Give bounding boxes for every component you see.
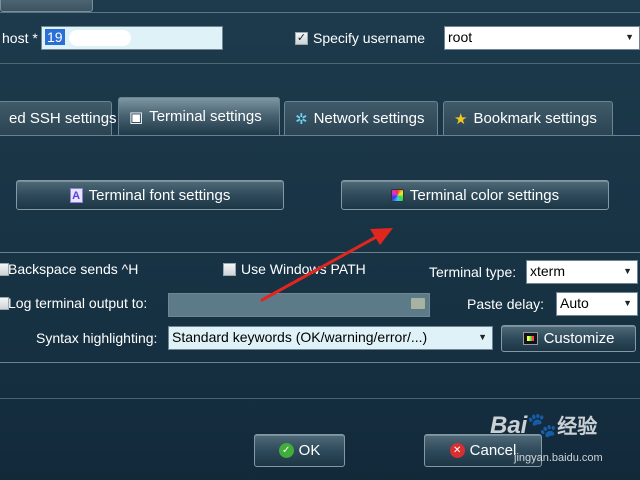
- paw-icon: 🐾: [527, 412, 558, 439]
- watermark-brand: Bai: [490, 412, 528, 439]
- annotation-arrow-head: [370, 228, 393, 245]
- annotation-arrow-shaft: [260, 234, 380, 302]
- watermark-logo: Bai🐾经验: [490, 410, 597, 440]
- watermark-url: jingyan.baidu.com: [514, 452, 603, 464]
- annotation-arrow: [260, 228, 393, 302]
- watermark-brand-tail: 经验: [557, 416, 598, 438]
